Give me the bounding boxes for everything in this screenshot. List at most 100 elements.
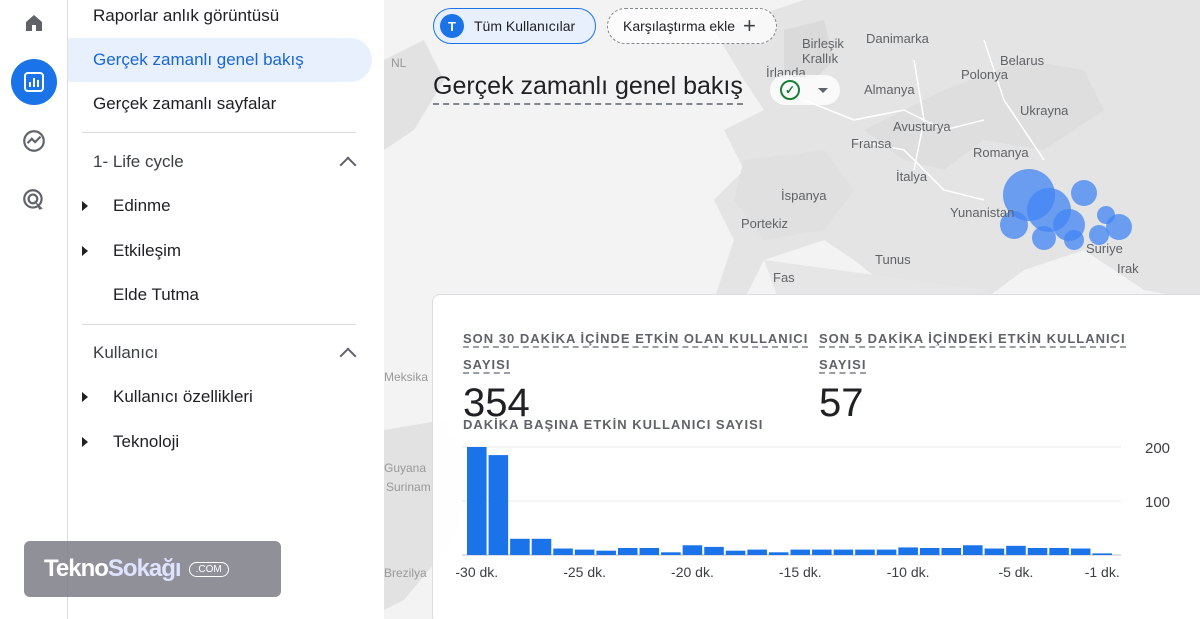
- data-quality-dropdown[interactable]: ✓: [770, 75, 840, 105]
- nav-item-elde-tutma[interactable]: Elde Tutma: [113, 280, 199, 310]
- nav-item-label: Raporlar anlık görüntüsü: [93, 6, 280, 25]
- map-country-label: İtalya: [896, 169, 928, 184]
- nav-item-realtime-overview[interactable]: Gerçek zamanlı genel bakış: [68, 38, 372, 82]
- chart-bar[interactable]: [812, 549, 832, 555]
- advertising-icon: [23, 189, 43, 210]
- metric-5min-label[interactable]: SON 5 DAKİKA İÇİNDEKİ ETKİN KULLANICI SA…: [819, 326, 1139, 378]
- nav-item-edinme[interactable]: Edinme: [82, 191, 171, 221]
- chart-bar[interactable]: [1092, 553, 1112, 555]
- home-button[interactable]: [11, 0, 57, 46]
- chart-bar[interactable]: [768, 552, 789, 555]
- dropdown-arrow-icon: [818, 87, 828, 93]
- nav-section-lifecycle[interactable]: 1- Life cycle: [93, 147, 358, 177]
- audience-chip-label: Tüm Kullanıcılar: [474, 18, 576, 34]
- nav-item-snapshot[interactable]: Raporlar anlık görüntüsü: [68, 0, 372, 38]
- chart-bar[interactable]: [1049, 547, 1069, 555]
- chevron-up-icon: [339, 156, 357, 174]
- x-tick-label: -1 dk.: [1085, 564, 1120, 580]
- reports-button[interactable]: [11, 59, 57, 105]
- map-country-label: Portekiz: [741, 216, 788, 231]
- add-comparison-label: Karşılaştırma ekle: [623, 18, 736, 34]
- nav-item-realtime-pages[interactable]: Gerçek zamanlı sayfalar: [68, 82, 372, 126]
- chart-bar[interactable]: [963, 545, 983, 555]
- expand-arrow-icon: [82, 246, 88, 256]
- map-country-label: İspanya: [781, 188, 827, 203]
- map-country-label: NL: [391, 56, 407, 70]
- map-country-label: Polonya: [961, 67, 1008, 82]
- metric-30min-label-text: SON 30 DAKİKA İÇİNDE ETKİN OLAN KULLANIC…: [463, 331, 809, 374]
- chart-bar[interactable]: [639, 547, 660, 555]
- watermark-logo: Tekno Sokağı .COM: [24, 541, 281, 597]
- map-country-label: Brezilya: [384, 566, 427, 580]
- chart-bar[interactable]: [617, 547, 638, 555]
- chart-bar[interactable]: [984, 548, 1005, 555]
- chart-bar[interactable]: [488, 455, 509, 555]
- chart-bar[interactable]: [790, 549, 811, 555]
- explore-button[interactable]: [11, 118, 57, 164]
- chart-bar[interactable]: [467, 447, 487, 555]
- add-comparison-button[interactable]: Karşılaştırma ekle +: [607, 8, 777, 44]
- explore-icon: [23, 130, 45, 152]
- map-country-label: Ukrayna: [1020, 103, 1069, 118]
- chart-bar[interactable]: [531, 538, 552, 555]
- home-icon: [26, 15, 42, 31]
- nav-divider: [82, 132, 356, 133]
- map-country-label: Fas: [773, 270, 795, 285]
- chart-bar[interactable]: [510, 538, 530, 555]
- metric-5min-value: 57: [819, 381, 864, 425]
- map-country-label: Danimarka: [866, 31, 929, 46]
- watermark-text-1: Tekno: [44, 555, 109, 582]
- chart-bar[interactable]: [574, 549, 595, 555]
- chart-bar[interactable]: [747, 549, 767, 555]
- map-country-label: Tunus: [875, 252, 911, 267]
- chart-bar[interactable]: [596, 550, 616, 555]
- section-title: 1- Life cycle: [93, 152, 184, 171]
- chart-bar[interactable]: [682, 545, 703, 555]
- nav-item-label: Etkileşim: [113, 241, 182, 260]
- chart-bar[interactable]: [919, 547, 940, 555]
- advertising-button[interactable]: [11, 177, 57, 223]
- x-tick-label: -20 dk.: [671, 564, 714, 580]
- nav-item-user-properties[interactable]: Kullanıcı özellikleri: [82, 382, 253, 412]
- map-country-label: Yunanistan: [950, 205, 1015, 220]
- audience-chip[interactable]: T Tüm Kullanıcılar: [433, 8, 596, 44]
- chart-bar[interactable]: [704, 546, 724, 555]
- nav-item-label: Gerçek zamanlı sayfalar: [93, 94, 277, 113]
- chart-bar[interactable]: [661, 552, 681, 555]
- chart-bar[interactable]: [833, 549, 854, 555]
- nav-item-label: Edinme: [113, 196, 171, 215]
- users-per-minute-chart[interactable]: 200 100 -30 dk. -25 dk. -20 dk. -15 dk. -10 dk…: [433, 437, 1193, 587]
- nav-item-label: Kullanıcı özellikleri: [113, 387, 253, 406]
- nav-item-etkilesim[interactable]: Etkileşim: [82, 236, 181, 266]
- chart-bar[interactable]: [876, 549, 897, 555]
- nav-divider: [82, 324, 356, 325]
- chart-bar[interactable]: [1027, 547, 1048, 555]
- chart-bar[interactable]: [898, 547, 918, 555]
- x-tick-label: -30 dk.: [455, 564, 498, 580]
- nav-item-technology[interactable]: Teknoloji: [82, 427, 179, 457]
- map-country-label: Fransa: [851, 136, 892, 151]
- expand-arrow-icon: [82, 437, 88, 447]
- chart-bar[interactable]: [941, 547, 962, 555]
- map-country-label: Avusturya: [893, 119, 951, 134]
- x-tick-label: -10 dk.: [887, 564, 930, 580]
- metric-30min-label[interactable]: SON 30 DAKİKA İÇİNDE ETKİN OLAN KULLANIC…: [463, 326, 813, 378]
- metric-5min-label-text: SON 5 DAKİKA İÇİNDEKİ ETKİN KULLANICI SA…: [819, 331, 1126, 374]
- map-country-label: Suriye: [1086, 241, 1123, 256]
- chart-bar[interactable]: [725, 550, 746, 555]
- audience-avatar: T: [440, 14, 464, 38]
- map-country-label: Surinam: [386, 480, 431, 494]
- nav-item-label: Gerçek zamanlı genel bakış: [93, 50, 304, 69]
- chart-bar[interactable]: [553, 548, 573, 555]
- section-title: Kullanıcı: [93, 343, 159, 362]
- chart-bar[interactable]: [1006, 545, 1026, 555]
- chart-bar[interactable]: [1070, 548, 1091, 555]
- x-tick-label: -5 dk.: [998, 564, 1033, 580]
- left-rail: [0, 0, 68, 619]
- expand-arrow-icon: [82, 392, 88, 402]
- nav-section-user[interactable]: Kullanıcı: [93, 338, 358, 368]
- x-tick-label: -15 dk.: [779, 564, 822, 580]
- chart-bar[interactable]: [855, 549, 875, 555]
- check-circle-icon: ✓: [780, 80, 800, 100]
- nav-item-label: Teknoloji: [113, 432, 180, 451]
